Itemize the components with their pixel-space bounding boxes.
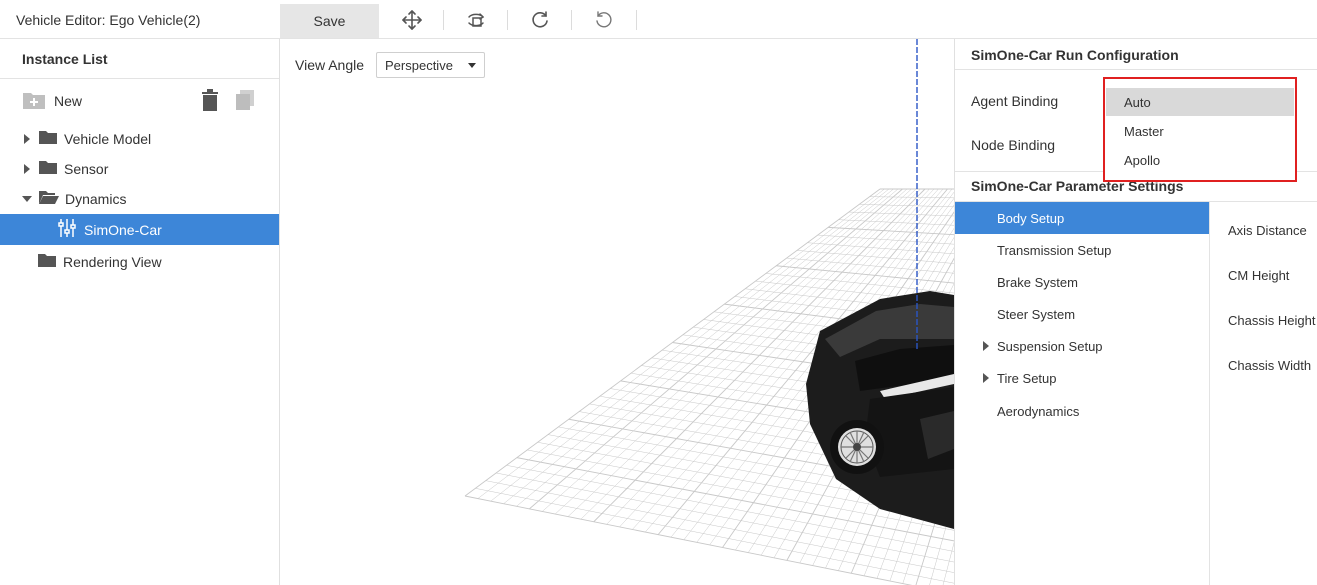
menu-item-label: Aerodynamics	[997, 403, 1080, 419]
menu-body-setup[interactable]: Body Setup	[955, 202, 1209, 234]
top-toolbar: Vehicle Editor: Ego Vehicle(2) Save	[0, 0, 1317, 39]
divider	[1209, 201, 1210, 585]
divider	[0, 78, 279, 79]
toolbar-divider	[443, 10, 444, 30]
car-model	[806, 291, 954, 529]
folder-icon	[39, 160, 57, 177]
menu-item-label: Transmission Setup	[997, 242, 1112, 258]
option-auto[interactable]: Auto	[1106, 88, 1294, 116]
toolbar-divider	[636, 10, 637, 30]
menu-item-label: Steer System	[997, 306, 1076, 322]
vehicle-editor-app: Vehicle Editor: Ego Vehicle(2) Save Inst…	[0, 0, 1317, 585]
folder-icon	[38, 253, 56, 270]
menu-steer-system[interactable]: Steer System	[955, 298, 1209, 330]
folder-icon	[39, 130, 57, 147]
view-angle-select[interactable]: Perspective	[376, 52, 485, 78]
expand-caret-icon[interactable]	[983, 373, 989, 383]
redo-icon[interactable]	[528, 8, 552, 32]
expand-caret-icon[interactable]	[983, 341, 989, 351]
param-axis-distance: Axis Distance	[1228, 223, 1307, 238]
trash-icon[interactable]	[201, 89, 219, 114]
option-apollo[interactable]: Apollo	[1106, 146, 1294, 174]
menu-aerodynamics[interactable]: Aerodynamics	[955, 395, 1209, 427]
agent-binding-label: Agent Binding	[971, 93, 1059, 109]
menu-item-label: Tire Setup	[997, 370, 1057, 386]
tree-item-dynamics[interactable]: Dynamics	[0, 183, 279, 214]
collapse-caret-icon[interactable]	[22, 195, 32, 202]
expand-caret-icon[interactable]	[24, 133, 30, 144]
3d-viewport[interactable]: View Angle Perspective	[280, 39, 954, 585]
tree-item-simone-car[interactable]: SimOne-Car	[0, 214, 279, 245]
instance-list-panel: Instance List New Vehicle Model Sensor D…	[0, 39, 280, 585]
run-config-title: SimOne-Car Run Configuration	[971, 47, 1179, 63]
add-folder-icon	[22, 90, 46, 113]
copy-icon[interactable]	[235, 89, 255, 114]
option-master[interactable]: Master	[1106, 117, 1294, 145]
tree-item-label: Dynamics	[65, 190, 127, 207]
save-button[interactable]: Save	[280, 4, 379, 38]
param-cm-height: CM Height	[1228, 268, 1290, 283]
menu-item-label: Suspension Setup	[997, 338, 1103, 354]
move-icon[interactable]	[400, 8, 424, 32]
rotate-view-icon[interactable]	[464, 8, 488, 32]
window-title: Vehicle Editor: Ego Vehicle(2)	[16, 12, 201, 28]
divider	[955, 69, 1317, 70]
menu-tire-setup[interactable]: Tire Setup	[955, 362, 1209, 394]
tree-item-rendering-view[interactable]: Rendering View	[0, 246, 279, 277]
caret-down-icon	[468, 63, 476, 68]
toolbar-divider	[507, 10, 508, 30]
view-angle-value: Perspective	[385, 57, 453, 73]
tree-item-label: SimOne-Car	[84, 221, 162, 238]
expand-caret-icon[interactable]	[24, 163, 30, 174]
tree-item-label: Rendering View	[63, 253, 162, 270]
menu-item-label: Body Setup	[997, 210, 1065, 226]
tree-item-vehicle-model[interactable]: Vehicle Model	[0, 123, 279, 154]
view-angle-label: View Angle	[295, 57, 365, 73]
tree-item-label: Vehicle Model	[64, 130, 152, 147]
menu-transmission-setup[interactable]: Transmission Setup	[955, 234, 1209, 266]
menu-brake-system[interactable]: Brake System	[955, 266, 1209, 298]
tree-item-sensor[interactable]: Sensor	[0, 153, 279, 184]
node-binding-label: Node Binding	[971, 137, 1056, 153]
param-chassis-width: Chassis Width	[1228, 358, 1312, 373]
folder-open-icon	[39, 190, 59, 207]
menu-item-label: Brake System	[997, 274, 1078, 290]
instance-list-title: Instance List	[22, 51, 108, 67]
toolbar-divider	[571, 10, 572, 30]
new-button[interactable]: New	[22, 91, 82, 111]
menu-suspension-setup[interactable]: Suspension Setup	[955, 330, 1209, 362]
sliders-icon	[58, 218, 76, 241]
reset-icon[interactable]	[592, 8, 616, 32]
scene-canvas[interactable]	[280, 39, 954, 585]
new-label: New	[54, 93, 83, 109]
agent-binding-dropdown[interactable]: Auto Master Apollo	[1103, 77, 1297, 182]
param-chassis-height: Chassis Height	[1228, 313, 1316, 328]
tree-item-label: Sensor	[64, 160, 109, 177]
